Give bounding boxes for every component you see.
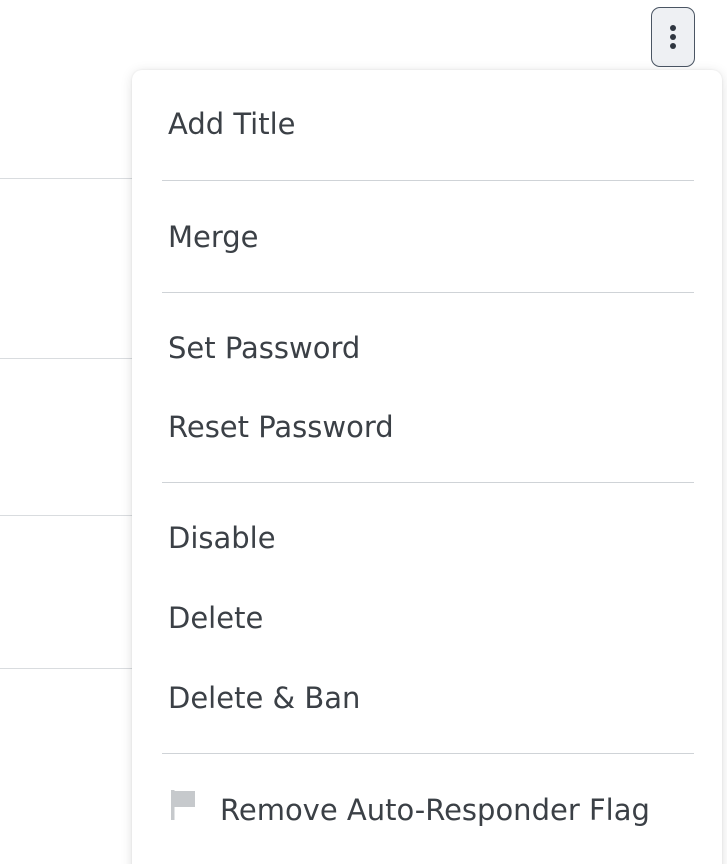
menu-item-label: Add Title [168, 107, 296, 141]
menu-item-label: Delete [168, 601, 264, 635]
menu-item-label: Merge [168, 220, 259, 254]
list-row-divider [0, 668, 140, 669]
menu-separator [162, 482, 694, 483]
list-row-divider [0, 178, 140, 179]
more-actions-button[interactable] [651, 7, 695, 67]
list-row-divider [0, 358, 140, 359]
menu-separator [162, 753, 694, 754]
menu-item-label: Disable [168, 521, 276, 555]
menu-separator [162, 292, 694, 293]
menu-item-label: Remove Auto-Responder Flag [220, 793, 650, 827]
menu-item-label: Set Password [168, 331, 361, 365]
menu-item-add-title[interactable]: Add Title [132, 104, 722, 144]
menu-item-delete[interactable]: Delete [132, 598, 722, 638]
kebab-vertical-icon [668, 23, 678, 51]
menu-item-merge[interactable]: Merge [132, 217, 722, 257]
menu-separator [162, 180, 694, 181]
menu-item-disable[interactable]: Disable [132, 518, 722, 558]
menu-item-label: Delete & Ban [168, 681, 361, 715]
menu-item-delete-and-ban[interactable]: Delete & Ban [132, 678, 722, 718]
menu-item-remove-auto-responder-flag[interactable]: Remove Auto-Responder Flag [132, 790, 722, 830]
actions-dropdown-menu: Add Title Merge Set Password Reset Passw… [132, 70, 722, 864]
menu-item-set-password[interactable]: Set Password [132, 328, 722, 368]
page: Add Title Merge Set Password Reset Passw… [0, 0, 727, 864]
menu-item-label: Reset Password [168, 410, 394, 444]
list-row-divider [0, 515, 140, 516]
flag-icon [168, 788, 198, 830]
menu-item-reset-password[interactable]: Reset Password [132, 407, 722, 447]
